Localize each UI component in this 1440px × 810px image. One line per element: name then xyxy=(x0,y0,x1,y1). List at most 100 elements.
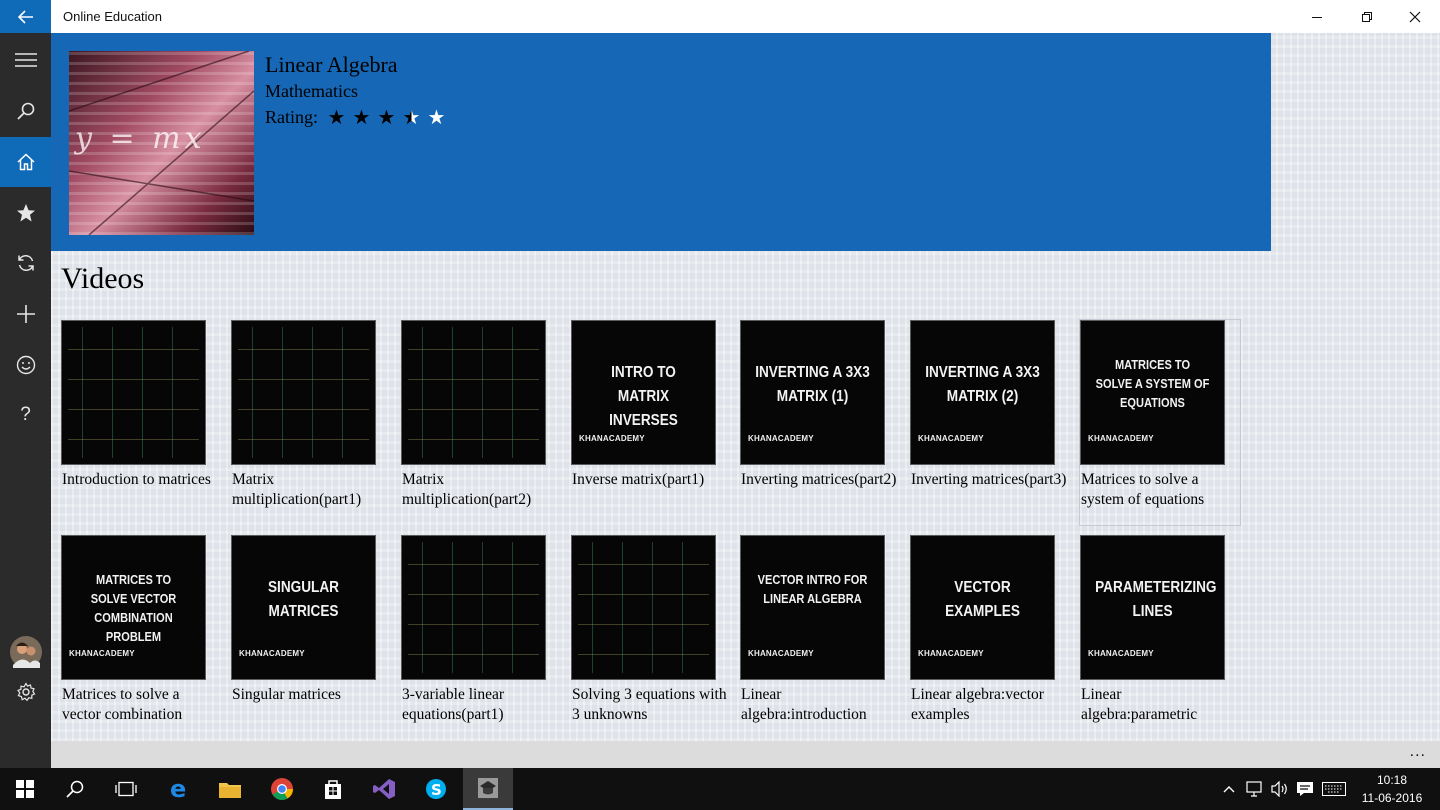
speaker-icon xyxy=(1271,781,1287,797)
more-options-button[interactable]: ... xyxy=(1410,743,1426,761)
taskbar-edge[interactable]: e xyxy=(154,768,204,810)
close-button[interactable] xyxy=(1391,0,1439,33)
notification-icon xyxy=(1297,782,1313,796)
navigation-rail: ? xyxy=(0,33,51,768)
online-education-app-icon xyxy=(478,778,498,798)
video-tile[interactable]: Introduction to matrices xyxy=(61,320,221,525)
video-thumbnail xyxy=(61,320,206,465)
minimize-button[interactable] xyxy=(1293,0,1341,33)
taskbar-chrome[interactable] xyxy=(257,768,307,810)
video-thumbnail-brand: KHANACADEMY xyxy=(748,649,814,658)
video-thumbnail: SINGULAR MATRICES KHANACADEMY xyxy=(231,535,376,680)
video-thumbnail-brand: KHANACADEMY xyxy=(1088,649,1154,658)
back-button[interactable] xyxy=(0,0,51,33)
video-thumbnail-brand: KHANACADEMY xyxy=(1088,434,1154,443)
video-thumbnail-headline: INTRO TO MATRIX INVERSES xyxy=(609,364,678,429)
video-thumbnail-headline: INVERTING A 3X3 MATRIX (2) xyxy=(925,364,1040,405)
rating-star[interactable]: ★ xyxy=(374,106,399,128)
taskbar-file-explorer[interactable] xyxy=(205,768,255,810)
video-caption: Matrices to solve a system of equations xyxy=(1081,471,1205,508)
video-tile[interactable]: MATRICES TO SOLVE VECTOR COMBINATION PRO… xyxy=(61,535,221,740)
close-icon xyxy=(1409,11,1421,22)
video-tile[interactable]: VECTOR INTRO FOR LINEAR ALGEBRA KHANACADE… xyxy=(740,535,900,740)
taskbar-online-education[interactable] xyxy=(463,768,513,810)
videos-section-title: Videos xyxy=(61,262,145,295)
video-thumbnail: MATRICES TO SOLVE A SYSTEM OF EQUATIONS K… xyxy=(1080,320,1225,465)
keyboard-icon xyxy=(1322,782,1346,796)
rating-star[interactable]: ★ xyxy=(424,106,449,128)
video-thumbnail-brand: KHANACADEMY xyxy=(69,649,135,658)
rail-sync-button[interactable] xyxy=(0,238,51,288)
avatar xyxy=(9,636,42,668)
video-tile[interactable]: Solving 3 equations with 3 unknowns xyxy=(571,535,731,740)
video-thumbnail: PARAMETERIZING LINES KHANACADEMY xyxy=(1080,535,1225,680)
video-thumbnail xyxy=(401,535,546,680)
video-thumbnail-brand: KHANACADEMY xyxy=(579,434,645,443)
rating-star[interactable]: ★ xyxy=(324,106,349,128)
network-button[interactable] xyxy=(1244,768,1266,810)
title-bar: Online Education xyxy=(0,0,1440,33)
chalkboard-texture xyxy=(408,327,539,458)
restore-button[interactable] xyxy=(1343,0,1391,33)
show-hidden-icons-button[interactable] xyxy=(1219,768,1239,810)
video-thumbnail: VECTOR INTRO FOR LINEAR ALGEBRA KHANACADE… xyxy=(740,535,885,680)
video-thumbnail-brand: KHANACADEMY xyxy=(748,434,814,443)
video-tile[interactable]: INVERTING A 3X3 MATRIX (2) KHANACADEMY Inv… xyxy=(910,320,1070,525)
task-view-icon xyxy=(115,781,137,797)
taskbar-visual-studio[interactable] xyxy=(359,768,409,810)
video-tile[interactable]: Matrix multiplication(part2) xyxy=(401,320,561,525)
video-caption: Solving 3 equations with 3 unknowns xyxy=(572,686,727,723)
rail-favorites-button[interactable] xyxy=(0,188,51,238)
video-thumbnail: INVERTING A 3X3 MATRIX (2) KHANACADEMY xyxy=(910,320,1055,465)
video-caption: Introduction to matrices xyxy=(62,471,211,488)
video-tile[interactable]: INTRO TO MATRIX INVERSES KHANACADEMY Inver… xyxy=(571,320,731,525)
window-title: Online Education xyxy=(63,9,163,24)
task-view-button[interactable] xyxy=(101,768,151,810)
rail-feedback-button[interactable] xyxy=(0,340,51,390)
rail-help-button[interactable]: ? xyxy=(0,390,51,440)
hamburger-menu-button[interactable] xyxy=(0,35,51,85)
video-caption: Singular matrices xyxy=(232,686,341,703)
chalkboard-texture xyxy=(408,542,539,673)
video-tile[interactable]: Matrix multiplication(part1) xyxy=(231,320,391,525)
volume-button[interactable] xyxy=(1269,768,1291,810)
rating-label: Rating: xyxy=(265,106,318,127)
edge-icon: e xyxy=(170,777,186,801)
action-center-button[interactable] xyxy=(1294,768,1316,810)
rail-settings-button[interactable] xyxy=(0,667,51,717)
touch-keyboard-button[interactable] xyxy=(1321,768,1347,810)
star-icon xyxy=(16,204,35,222)
chalkboard-texture xyxy=(578,542,709,673)
video-tile[interactable]: INVERTING A 3X3 MATRIX (1) KHANACADEMY Inv… xyxy=(740,320,900,525)
video-tile[interactable]: PARAMETERIZING LINES KHANACADEMY Linear al… xyxy=(1080,535,1240,740)
start-button[interactable] xyxy=(0,768,50,810)
course-subject: Mathematics xyxy=(265,81,358,101)
help-icon: ? xyxy=(20,404,31,425)
video-tile[interactable]: SINGULAR MATRICES KHANACADEMY Singular mat… xyxy=(231,535,391,740)
chalkboard-texture xyxy=(238,327,369,458)
taskbar: e S 10:18 11-06-2016 xyxy=(0,768,1440,810)
video-caption: Linear algebra:vector examples xyxy=(911,686,1044,723)
video-tile[interactable]: 3-variable linear equations(part1) xyxy=(401,535,561,740)
rating-star[interactable]: ★ xyxy=(399,106,424,128)
video-tile[interactable]: MATRICES TO SOLVE A SYSTEM OF EQUATIONS K… xyxy=(1079,319,1241,526)
windows-start-icon xyxy=(16,780,34,798)
store-icon xyxy=(325,780,341,799)
video-tile[interactable]: VECTOR EXAMPLES KHANACADEMY Linear algebra… xyxy=(910,535,1070,740)
video-caption: 3-variable linear equations(part1) xyxy=(402,686,504,723)
rating-star[interactable]: ★ xyxy=(349,106,374,128)
rail-home-button[interactable] xyxy=(0,137,51,187)
rail-add-button[interactable] xyxy=(0,289,51,339)
taskbar-skype[interactable]: S xyxy=(411,768,461,810)
rail-search-button[interactable] xyxy=(0,86,51,136)
refresh-icon xyxy=(17,255,34,271)
taskbar-store[interactable] xyxy=(308,768,358,810)
video-caption: Inverting matrices(part2) xyxy=(741,471,897,488)
video-thumbnail-headline: SINGULAR MATRICES xyxy=(267,579,340,620)
clock-time: 10:18 xyxy=(1376,773,1408,787)
clock-date: 11-06-2016 xyxy=(1361,791,1423,805)
system-clock[interactable]: 10:18 11-06-2016 xyxy=(1360,771,1424,807)
taskbar-search-button[interactable] xyxy=(50,768,100,810)
rating-stars[interactable]: ★ ★ ★ ★ ★ xyxy=(324,106,449,128)
video-thumbnail-headline: PARAMETERIZING LINES xyxy=(1095,579,1217,620)
